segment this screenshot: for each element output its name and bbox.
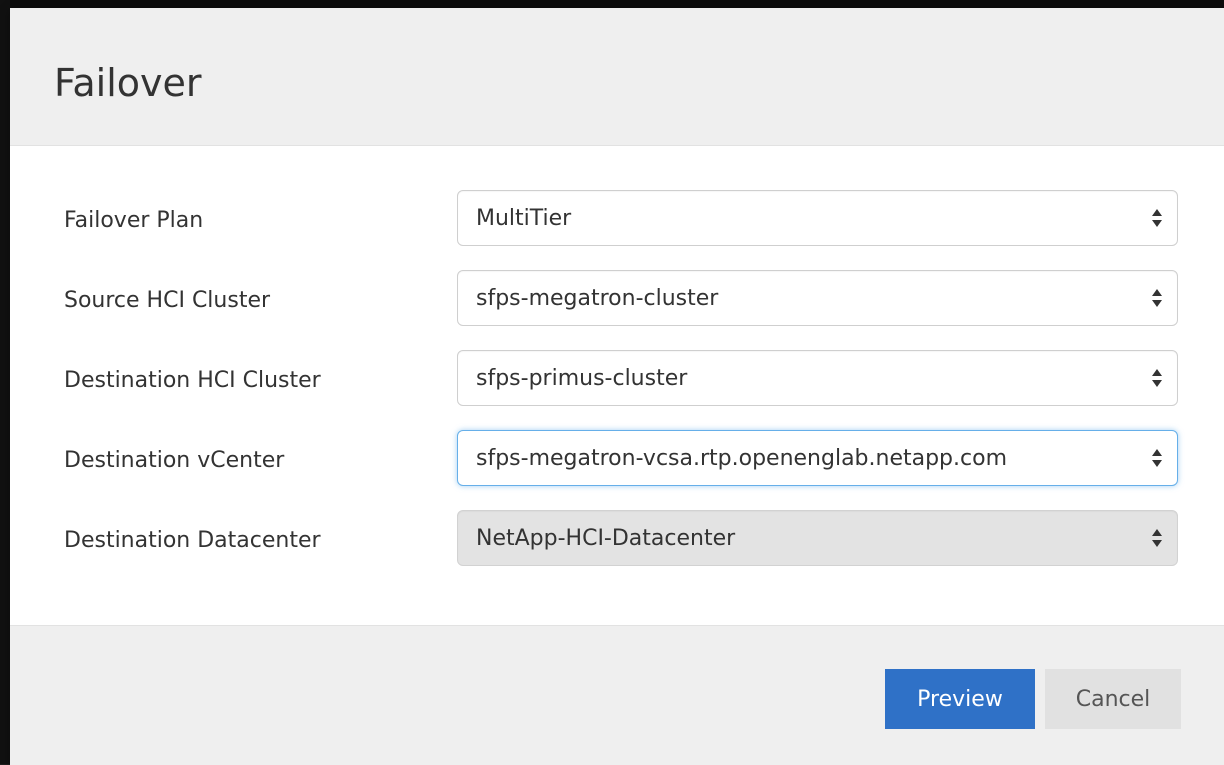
sort-updown-icon — [1152, 289, 1162, 307]
destination-vcenter-row: Destination vCenter sfps-megatron-vcsa.r… — [10, 430, 1224, 488]
failover-plan-select[interactable]: MultiTier — [457, 190, 1178, 246]
sort-updown-icon — [1152, 529, 1162, 547]
destination-hci-cluster-label: Destination HCI Cluster — [64, 368, 321, 393]
dialog-header: Failover — [10, 8, 1224, 146]
destination-datacenter-value: NetApp-HCI-Datacenter — [476, 526, 736, 551]
destination-datacenter-select[interactable]: NetApp-HCI-Datacenter — [457, 510, 1178, 566]
source-hci-cluster-label: Source HCI Cluster — [64, 288, 271, 313]
dialog-footer: Preview Cancel — [10, 625, 1224, 765]
failover-plan-label: Failover Plan — [64, 208, 204, 233]
backdrop-left-strip — [0, 0, 10, 764]
sort-updown-icon — [1152, 449, 1162, 467]
sort-updown-icon — [1152, 369, 1162, 387]
preview-button[interactable]: Preview — [885, 669, 1035, 729]
failover-plan-value: MultiTier — [476, 206, 572, 231]
destination-vcenter-select[interactable]: sfps-megatron-vcsa.rtp.openenglab.netapp… — [457, 430, 1178, 486]
source-hci-cluster-row: Source HCI Cluster sfps-megatron-cluster — [10, 270, 1224, 328]
destination-hci-cluster-select[interactable]: sfps-primus-cluster — [457, 350, 1178, 406]
failover-plan-row: Failover Plan MultiTier — [10, 190, 1224, 248]
dialog-title: Failover — [54, 61, 202, 105]
source-hci-cluster-value: sfps-megatron-cluster — [476, 286, 719, 311]
source-hci-cluster-select[interactable]: sfps-megatron-cluster — [457, 270, 1178, 326]
failover-dialog: Failover Failover Plan MultiTier Source … — [10, 8, 1224, 765]
destination-datacenter-label: Destination Datacenter — [64, 528, 321, 553]
backdrop-top-strip — [0, 0, 1224, 8]
destination-vcenter-value: sfps-megatron-vcsa.rtp.openenglab.netapp… — [476, 446, 1007, 471]
dialog-body: Failover Plan MultiTier Source HCI Clust… — [10, 146, 1224, 626]
destination-hci-cluster-row: Destination HCI Cluster sfps-primus-clus… — [10, 350, 1224, 408]
sort-updown-icon — [1152, 209, 1162, 227]
cancel-button[interactable]: Cancel — [1045, 669, 1181, 729]
destination-hci-cluster-value: sfps-primus-cluster — [476, 366, 688, 391]
destination-vcenter-label: Destination vCenter — [64, 448, 285, 473]
destination-datacenter-row: Destination Datacenter NetApp-HCI-Datace… — [10, 510, 1224, 568]
